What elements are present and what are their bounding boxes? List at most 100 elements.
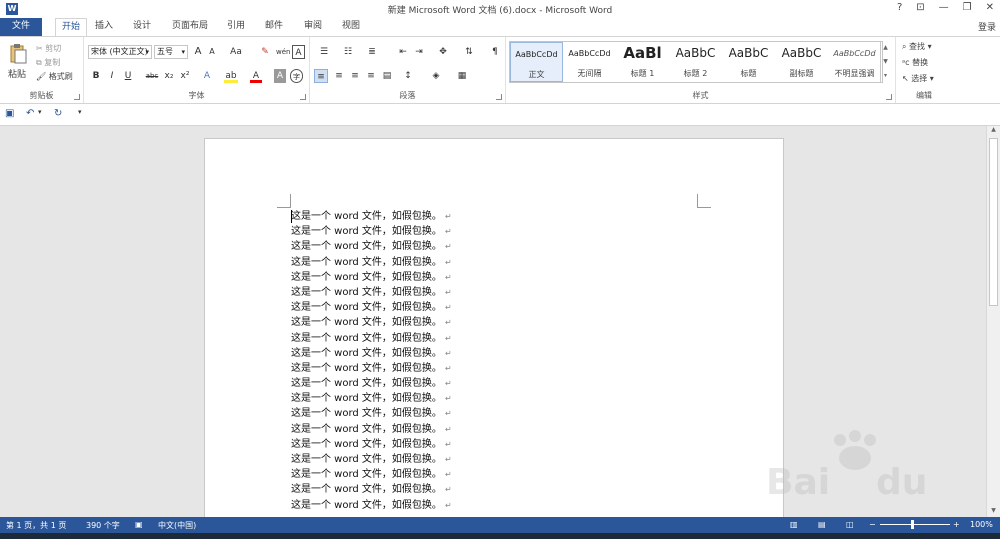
language-indicator[interactable]: 中文(中国) (158, 520, 196, 531)
style-no-spacing[interactable]: AaBbCcDd 无间隔 (563, 42, 616, 82)
char-border-icon[interactable]: A (292, 45, 305, 59)
distribute-icon[interactable]: ▤ (380, 69, 394, 83)
font-size-select[interactable]: 五号 ▾ (154, 45, 188, 59)
chevron-down-icon[interactable]: ▼ (881, 55, 890, 69)
zoom-slider-track[interactable] (880, 524, 950, 525)
style-heading-2[interactable]: AaBbC 标题 2 (669, 42, 722, 82)
strikethrough-button[interactable]: abc (144, 69, 160, 83)
document-line[interactable]: 这是一个 word 文件，如假包换。 ↵ (291, 209, 452, 224)
tab-insert[interactable]: 插入 (92, 18, 116, 36)
document-line[interactable]: 这是一个 word 文件，如假包换。 ↵ (291, 315, 452, 330)
document-line[interactable]: 这是一个 word 文件，如假包换。 ↵ (291, 255, 452, 270)
tab-review[interactable]: 审阅 (301, 18, 325, 36)
show-marks-icon[interactable]: ¶ (488, 45, 502, 59)
tab-references[interactable]: 引用 (224, 18, 248, 36)
font-name-select[interactable]: 宋体 (中文正文) ▾ (88, 45, 152, 59)
page-count[interactable]: 第 1 页，共 1 页 (6, 520, 66, 531)
grow-font-button[interactable]: A (192, 45, 204, 59)
chevron-down-icon[interactable]: ▾ (38, 108, 42, 116)
borders-icon[interactable]: ▦ (454, 69, 470, 83)
enclose-char-icon[interactable]: 字 (290, 69, 303, 83)
word-count[interactable]: 390 个字 (86, 520, 120, 531)
document-line[interactable]: 这是一个 word 文件，如假包换。 ↵ (291, 452, 452, 467)
undo-icon[interactable]: ↶ (26, 108, 34, 119)
restore-icon[interactable]: ❐ (963, 2, 972, 13)
phonetic-guide-icon[interactable]: wén (276, 45, 290, 59)
clear-format-icon[interactable]: ✎ (258, 45, 272, 59)
subscript-button[interactable]: x₂ (162, 69, 176, 83)
copy-button[interactable]: ⧉ 复制 (36, 57, 60, 68)
format-painter-button[interactable]: 🖌 格式刷 (36, 71, 73, 82)
line-spacing-icon[interactable]: ↕ (400, 69, 416, 83)
style-subtitle[interactable]: AaBbC 副标题 (775, 42, 828, 82)
style-normal[interactable]: AaBbCcDd 正文 (510, 42, 563, 82)
document-line[interactable]: 这是一个 word 文件，如假包换。 ↵ (291, 467, 452, 482)
document-line[interactable]: 这是一个 word 文件，如假包换。 ↵ (291, 437, 452, 452)
zoom-out-button[interactable]: − (869, 520, 876, 529)
zoom-level[interactable]: 100% (970, 520, 993, 529)
align-right-icon[interactable]: ≡ (348, 69, 362, 83)
tab-file[interactable]: 文件 (0, 18, 42, 36)
close-icon[interactable]: ✕ (986, 2, 994, 13)
paste-icon[interactable] (8, 43, 28, 65)
clipboard-launcher-icon[interactable] (74, 94, 80, 100)
find-button[interactable]: ⌕ 查找 ▾ (902, 41, 932, 52)
document-line[interactable]: 这是一个 word 文件，如假包换。 ↵ (291, 239, 452, 254)
scrollbar-thumb[interactable] (989, 138, 998, 306)
document-line[interactable]: 这是一个 word 文件，如假包换。 ↵ (291, 300, 452, 315)
style-title[interactable]: AaBbC 标题 (722, 42, 775, 82)
proofing-icon[interactable]: ▣ (135, 520, 143, 529)
text-effects-icon[interactable]: A (200, 69, 214, 83)
tab-design[interactable]: 设计 (130, 18, 154, 36)
zoom-in-button[interactable]: + (953, 520, 960, 529)
customize-qat-icon[interactable]: ▾ (78, 108, 82, 116)
align-center-icon[interactable]: ≡ (332, 69, 346, 83)
select-button[interactable]: ↖ 选择 ▾ (902, 73, 934, 84)
bold-button[interactable]: B (90, 69, 102, 83)
scroll-up-icon[interactable]: ▲ (987, 126, 1000, 136)
shading-icon[interactable]: ◈ (428, 69, 444, 83)
font-launcher-icon[interactable] (300, 94, 306, 100)
bullets-icon[interactable]: ☰ (316, 45, 332, 59)
styles-launcher-icon[interactable] (886, 94, 892, 100)
read-mode-icon[interactable]: ▥ (790, 520, 798, 529)
char-shading-icon[interactable]: A (274, 69, 286, 83)
document-line[interactable]: 这是一个 word 文件，如假包换。 ↵ (291, 270, 452, 285)
document-line[interactable]: 这是一个 word 文件，如假包换。 ↵ (291, 331, 452, 346)
document-line[interactable]: 这是一个 word 文件，如假包换。 ↵ (291, 391, 452, 406)
style-heading-1[interactable]: AaBl 标题 1 (616, 42, 669, 82)
document-line[interactable]: 这是一个 word 文件，如假包换。 ↵ (291, 376, 452, 391)
save-icon[interactable]: ▣ (5, 108, 14, 119)
login-link[interactable]: 登录 (978, 20, 996, 33)
align-left-icon[interactable]: ≡ (314, 69, 328, 83)
paragraph-launcher-icon[interactable] (496, 94, 502, 100)
ribbon-display-icon[interactable]: ⊡ (916, 2, 924, 13)
document-line[interactable]: 这是一个 word 文件，如假包换。 ↵ (291, 422, 452, 437)
minimize-icon[interactable]: — (939, 2, 949, 13)
tab-home[interactable]: 开始 (55, 18, 87, 36)
italic-button[interactable]: I (106, 69, 118, 83)
justify-icon[interactable]: ≡ (364, 69, 378, 83)
superscript-button[interactable]: x² (178, 69, 192, 83)
cut-button[interactable]: ✂ 剪切 (36, 43, 61, 54)
tab-mailings[interactable]: 邮件 (262, 18, 286, 36)
numbering-icon[interactable]: ☷ (340, 45, 356, 59)
document-body[interactable]: 这是一个 word 文件，如假包换。 ↵ 这是一个 word 文件，如假包换。 ↵ 这是… (291, 209, 452, 513)
replace-button[interactable]: ᵃc 替换 (902, 57, 928, 68)
zoom-slider-thumb[interactable] (911, 520, 914, 529)
document-line[interactable]: 这是一个 word 文件，如假包换。 ↵ (291, 361, 452, 376)
tab-view[interactable]: 视图 (339, 18, 363, 36)
print-layout-icon[interactable]: ▤ (818, 520, 826, 529)
vertical-scrollbar[interactable]: ▲ ▼ (986, 126, 1000, 517)
document-line[interactable]: 这是一个 word 文件，如假包换。 ↵ (291, 498, 452, 513)
increase-indent-icon[interactable]: ⇥ (412, 45, 426, 59)
chinese-layout-icon[interactable]: ✥ (434, 45, 452, 59)
document-line[interactable]: 这是一个 word 文件，如假包换。 ↵ (291, 285, 452, 300)
styles-scroll[interactable]: ▲ ▼ ▾ (880, 41, 890, 83)
font-color-icon[interactable]: A (250, 69, 262, 83)
shrink-font-button[interactable]: A (206, 45, 218, 59)
document-line[interactable]: 这是一个 word 文件，如假包换。 ↵ (291, 406, 452, 421)
more-styles-icon[interactable]: ▾ (881, 69, 890, 83)
document-line[interactable]: 这是一个 word 文件，如假包换。 ↵ (291, 224, 452, 239)
chevron-up-icon[interactable]: ▲ (881, 41, 890, 55)
